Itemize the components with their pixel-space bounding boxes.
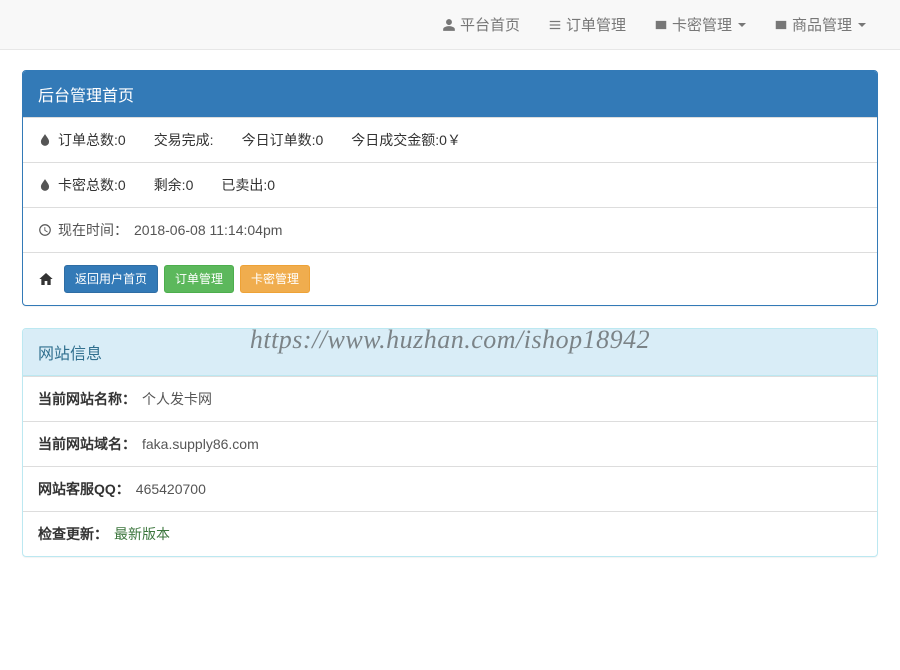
user-icon — [442, 18, 456, 32]
buttons-row: 返回用户首页 订单管理 卡密管理 — [23, 252, 877, 305]
remaining-value: 0 — [186, 177, 194, 193]
dashboard-panel-heading: 后台管理首页 — [23, 71, 877, 117]
nav-label-goods: 商品管理 — [792, 14, 852, 35]
stats-row-2: 卡密总数:0 剩余:0 已卖出:0 — [23, 162, 877, 207]
nav-item-home[interactable]: 平台首页 — [428, 0, 534, 50]
site-domain-value: faka.supply86.com — [142, 436, 259, 452]
completed-label: 交易完成: — [154, 130, 214, 150]
order-mgmt-button[interactable]: 订单管理 — [164, 265, 234, 293]
today-orders-label: 今日订单数: — [242, 130, 316, 150]
site-name-value: 个人发卡网 — [142, 389, 212, 409]
tint-icon — [38, 178, 52, 192]
tint-icon — [38, 133, 52, 147]
card-mgmt-button[interactable]: 卡密管理 — [240, 265, 310, 293]
site-qq-value: 465420700 — [136, 481, 206, 497]
top-navbar: 平台首页 订单管理 卡密管理 商品管理 — [0, 0, 900, 50]
siteinfo-domain-row: 当前网站域名： faka.supply86.com — [23, 421, 877, 466]
nav-item-cards[interactable]: 卡密管理 — [640, 0, 760, 50]
total-cards-value: 0 — [118, 177, 126, 193]
site-name-label: 当前网站名称： — [38, 389, 136, 409]
dashboard-panel: 后台管理首页 订单总数:0 交易完成: 今日订单数:0 今日成交金额:0￥ 卡密… — [22, 70, 878, 306]
siteinfo-update-row: 检查更新： 最新版本 — [23, 511, 877, 556]
siteinfo-qq-row: 网站客服QQ： 465420700 — [23, 466, 877, 511]
back-home-button[interactable]: 返回用户首页 — [64, 265, 158, 293]
time-value: 2018-06-08 11:14:04pm — [134, 222, 282, 238]
total-orders-label: 订单总数: — [58, 130, 118, 150]
chevron-down-icon — [858, 23, 866, 27]
nav-item-orders[interactable]: 订单管理 — [534, 0, 640, 50]
total-cards-label: 卡密总数: — [58, 175, 118, 195]
home-icon — [38, 271, 54, 287]
main-container: 后台管理首页 订单总数:0 交易完成: 今日订单数:0 今日成交金额:0￥ 卡密… — [0, 50, 900, 599]
siteinfo-panel-heading: 网站信息 — [23, 329, 877, 376]
chevron-down-icon — [738, 23, 746, 27]
dashboard-title: 后台管理首页 — [38, 88, 134, 105]
total-orders-value: 0 — [118, 132, 126, 148]
sold-value: 0 — [267, 177, 275, 193]
stats-row-1: 订单总数:0 交易完成: 今日订单数:0 今日成交金额:0￥ — [23, 117, 877, 162]
siteinfo-name-row: 当前网站名称： 个人发卡网 — [23, 376, 877, 421]
today-amount-value: 0￥ — [439, 130, 461, 150]
card-icon — [654, 18, 668, 32]
today-orders-value: 0 — [315, 132, 323, 148]
siteinfo-panel: 网站信息 当前网站名称： 个人发卡网 当前网站域名： faka.supply86… — [22, 328, 878, 557]
siteinfo-title: 网站信息 — [38, 346, 102, 363]
nav-item-goods[interactable]: 商品管理 — [760, 0, 880, 50]
list-icon — [548, 18, 562, 32]
site-update-label: 检查更新： — [38, 524, 108, 544]
time-row: 现在时间： 2018-06-08 11:14:04pm — [23, 207, 877, 252]
site-update-link[interactable]: 最新版本 — [114, 524, 170, 544]
time-label: 现在时间： — [58, 220, 128, 240]
goods-icon — [774, 18, 788, 32]
site-qq-label: 网站客服QQ： — [38, 479, 130, 499]
nav-items: 平台首页 订单管理 卡密管理 商品管理 — [428, 0, 880, 50]
clock-icon — [38, 223, 52, 237]
today-amount-label: 今日成交金额: — [351, 130, 439, 150]
site-domain-label: 当前网站域名： — [38, 434, 136, 454]
remaining-label: 剩余: — [154, 175, 186, 195]
nav-label-home: 平台首页 — [460, 14, 520, 35]
sold-label: 已卖出: — [221, 175, 267, 195]
nav-label-cards: 卡密管理 — [672, 14, 732, 35]
nav-label-orders: 订单管理 — [566, 14, 626, 35]
